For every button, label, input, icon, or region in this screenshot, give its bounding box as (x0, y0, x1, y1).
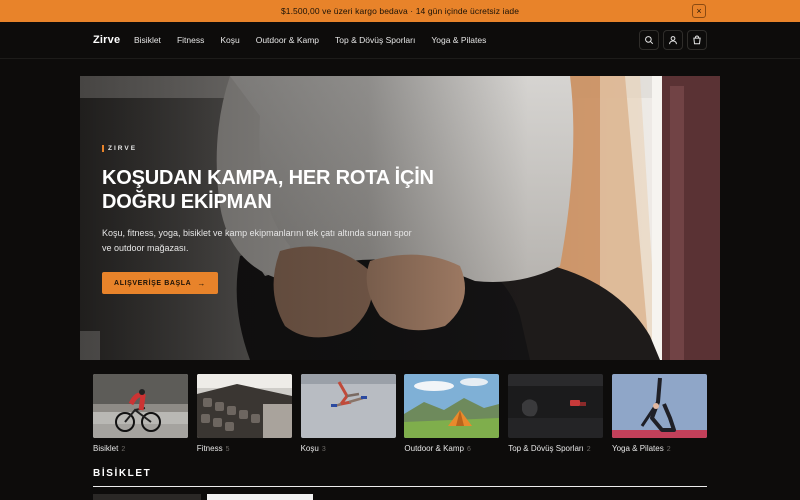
category-image (300, 374, 396, 438)
logo[interactable]: Zirve (93, 34, 120, 46)
category-count: 2 (586, 446, 591, 453)
category-image (93, 374, 188, 438)
category-label: Outdoor & Kamp (404, 444, 464, 453)
category-label: Top & Dövüş Sporları (508, 444, 584, 453)
category-grid: Bisiklet 2 Fitness 5 Koşu 3 Outdoor & Ka… (93, 374, 707, 453)
account-icon[interactable] (663, 30, 683, 50)
category-label: Yoga & Pilates (611, 444, 664, 453)
hero-title: KOŞUDAN KAMPA, HER ROTA İÇİN DOĞRU EKİPM… (102, 167, 434, 213)
category-count: 2 (121, 446, 126, 453)
product-card-preview[interactable] (93, 494, 201, 500)
hero-description: Koşu, fitness, yoga, bisiklet ve kamp ek… (102, 228, 412, 253)
section-divider (93, 486, 707, 487)
announcement-bar: $1.500,00 ve üzeri kargo bedava · 14 gün… (0, 0, 800, 22)
category-card-yoga-pilates[interactable]: Yoga & Pilates 2 (611, 374, 707, 453)
category-image (404, 374, 500, 438)
hero-banner: ZIRVE KOŞUDAN KAMPA, HER ROTA İÇİN DOĞRU… (80, 76, 720, 360)
nav-item-bisiklet[interactable]: Bisiklet (134, 35, 161, 45)
shop-now-label: ALIŞVERİŞE BAŞLA (114, 279, 192, 287)
category-label: Koşu (300, 444, 319, 453)
category-count: 6 (466, 446, 471, 453)
close-icon[interactable]: × (692, 4, 706, 18)
nav-item-top-dovus[interactable]: Top & Dövüş Sporları (335, 35, 415, 45)
announcement-text: $1.500,00 ve üzeri kargo bedava · 14 gün… (280, 6, 520, 16)
nav-item-fitness[interactable]: Fitness (177, 35, 204, 45)
category-card-outdoor-kamp[interactable]: Outdoor & Kamp 6 (404, 374, 500, 453)
hero-eyebrow-text: ZIRVE (108, 145, 138, 152)
arrow-right-icon: → (197, 278, 206, 288)
category-image (611, 374, 707, 438)
category-image (508, 374, 604, 438)
hero-eyebrow: ZIRVE (102, 145, 137, 152)
category-label: Bisiklet (93, 444, 119, 453)
category-count: 5 (225, 446, 230, 453)
search-icon[interactable] (639, 30, 659, 50)
site-header: Zirve Bisiklet Fitness Koşu Outdoor & Ka… (0, 22, 800, 59)
category-count: 2 (666, 446, 671, 453)
category-card-bisiklet[interactable]: Bisiklet 2 (93, 374, 188, 453)
main-nav: Bisiklet Fitness Koşu Outdoor & Kamp Top… (134, 35, 502, 45)
category-card-fitness[interactable]: Fitness 5 (196, 374, 292, 453)
category-image (196, 374, 292, 438)
nav-item-kosu[interactable]: Koşu (220, 35, 239, 45)
cart-icon[interactable] (687, 30, 707, 50)
nav-item-yoga-pilates[interactable]: Yoga & Pilates (431, 35, 486, 45)
category-count: 3 (321, 446, 326, 453)
category-card-top-dovus[interactable]: Top & Dövüş Sporları 2 (508, 374, 604, 453)
category-card-kosu[interactable]: Koşu 3 (300, 374, 396, 453)
hero-overlay (80, 76, 720, 360)
section-title: BİSİKLET (93, 468, 152, 479)
accent-bar (102, 145, 104, 152)
nav-item-outdoor-kamp[interactable]: Outdoor & Kamp (256, 35, 319, 45)
header-actions (639, 30, 707, 50)
product-card-preview[interactable] (207, 494, 313, 500)
category-label: Fitness (196, 444, 223, 453)
shop-now-button[interactable]: ALIŞVERİŞE BAŞLA → (102, 272, 218, 294)
